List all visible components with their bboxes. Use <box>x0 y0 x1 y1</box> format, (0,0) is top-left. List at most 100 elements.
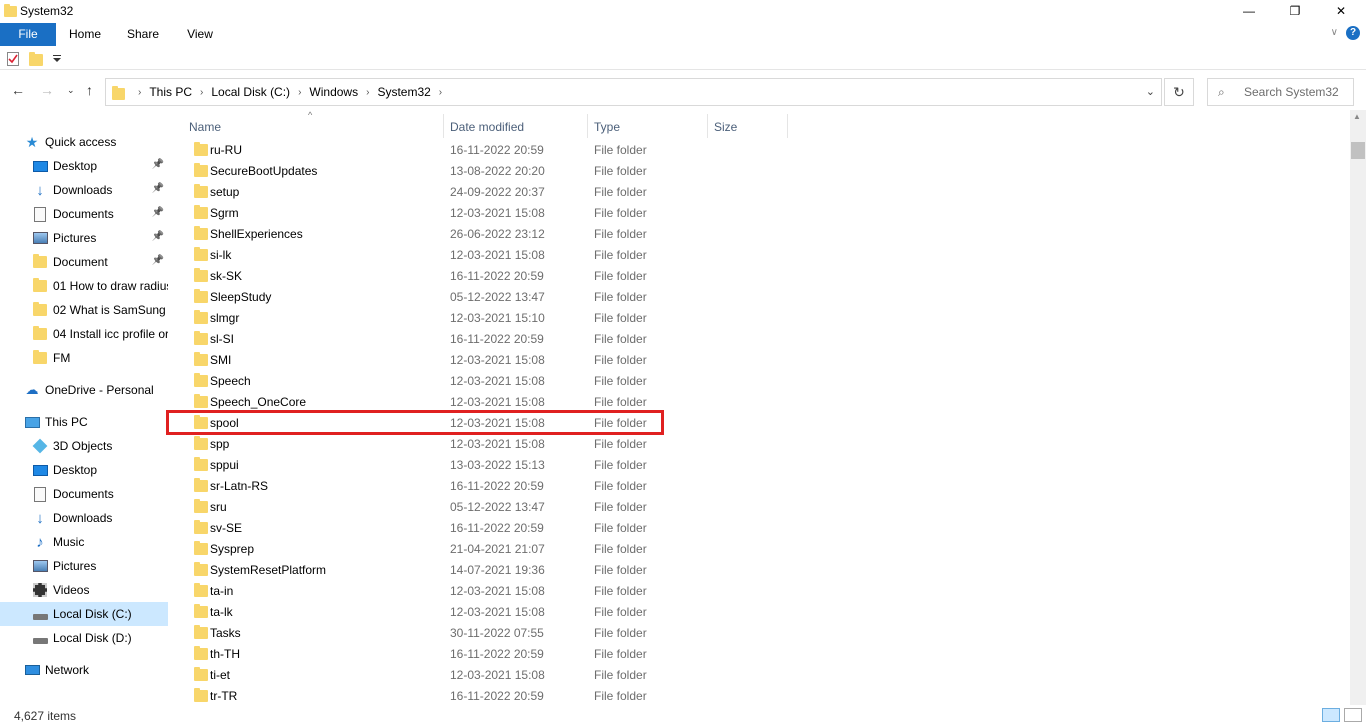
nav-item-this-pc[interactable]: 3D Objects <box>0 434 168 458</box>
nav-item-this-pc[interactable]: ♪ Music <box>0 530 168 554</box>
nav-quick-access[interactable]: ★ Quick access <box>0 130 168 154</box>
tab-share[interactable]: Share <box>118 23 168 46</box>
file-row[interactable]: setup 24-09-2022 20:37 File folder <box>170 181 1340 202</box>
nav-item-quick[interactable]: FM <box>0 346 168 370</box>
file-row[interactable]: sr-Latn-RS 16-11-2022 20:59 File folder <box>170 475 1340 496</box>
customize-toolbar-icon[interactable] <box>53 55 61 63</box>
breadcrumb-windows[interactable]: Windows <box>309 85 358 99</box>
column-divider[interactable] <box>443 114 444 138</box>
file-row[interactable]: sru 05-12-2022 13:47 File folder <box>170 496 1340 517</box>
nav-item-this-pc[interactable]: Desktop <box>0 458 168 482</box>
tab-file[interactable]: File <box>0 23 56 46</box>
nav-network[interactable]: Network <box>0 658 168 682</box>
breadcrumb-local-disk-c[interactable]: Local Disk (C:) <box>211 85 290 99</box>
details-view-icon[interactable] <box>1322 708 1340 722</box>
column-name[interactable]: Name <box>189 120 221 134</box>
minimize-button[interactable]: — <box>1226 0 1272 22</box>
address-bar[interactable]: › This PC › Local Disk (C:) › Windows › … <box>105 78 1162 106</box>
file-row[interactable]: SMI 12-03-2021 15:08 File folder <box>170 349 1340 370</box>
chevron-right-icon[interactable]: › <box>366 87 369 98</box>
nav-item-this-pc[interactable]: Pictures <box>0 554 168 578</box>
nav-item-this-pc[interactable]: Videos <box>0 578 168 602</box>
expand-ribbon-icon[interactable]: ∨ <box>1331 27 1338 38</box>
file-row[interactable]: spp 12-03-2021 15:08 File folder <box>170 433 1340 454</box>
file-row[interactable]: Speech_OneCore 12-03-2021 15:08 File folde… <box>170 391 1340 412</box>
file-type: File folder <box>594 185 647 199</box>
file-row[interactable]: sv-SE 16-11-2022 20:59 File folder <box>170 517 1340 538</box>
large-icons-view-icon[interactable] <box>1344 708 1362 722</box>
scroll-thumb[interactable] <box>1351 142 1365 159</box>
nav-item-quick[interactable]: Documents 📌 <box>0 202 168 226</box>
file-row[interactable]: Sysprep 21-04-2021 21:07 File folder <box>170 538 1340 559</box>
refresh-button[interactable]: ↻ <box>1164 78 1194 106</box>
breadcrumb-system32[interactable]: System32 <box>377 85 430 99</box>
properties-icon[interactable] <box>7 52 19 66</box>
file-name: sv-SE <box>210 521 243 535</box>
chevron-right-icon[interactable]: › <box>298 87 301 98</box>
file-row[interactable]: spool 12-03-2021 15:08 File folder <box>170 412 1340 433</box>
search-input[interactable] <box>1244 85 1349 99</box>
column-type[interactable]: Type <box>594 120 620 134</box>
nav-item-this-pc[interactable]: ↓ Downloads <box>0 506 168 530</box>
new-folder-icon[interactable] <box>29 52 43 66</box>
column-divider[interactable] <box>587 114 588 138</box>
file-row[interactable]: th-TH 16-11-2022 20:59 File folder <box>170 643 1340 664</box>
column-date-modified[interactable]: Date modified <box>450 120 524 134</box>
file-row[interactable]: Sgrm 12-03-2021 15:08 File folder <box>170 202 1340 223</box>
nav-item-this-pc[interactable]: Local Disk (D:) <box>0 626 168 650</box>
file-row[interactable]: sppui 13-03-2022 15:13 File folder <box>170 454 1340 475</box>
nav-item-this-pc[interactable]: Local Disk (C:) <box>0 602 168 626</box>
chevron-right-icon[interactable]: › <box>200 87 203 98</box>
file-row[interactable]: tr-TR 16-11-2022 20:59 File folder <box>170 685 1340 705</box>
file-row[interactable]: Speech 12-03-2021 15:08 File folder <box>170 370 1340 391</box>
search-box[interactable]: ⌕ <box>1207 78 1354 106</box>
nav-item-quick[interactable]: 02 What is SamSung c <box>0 298 168 322</box>
nav-item-this-pc[interactable]: Documents <box>0 482 168 506</box>
file-row[interactable]: ta-in 12-03-2021 15:08 File folder <box>170 580 1340 601</box>
file-row[interactable]: ti-et 12-03-2021 15:08 File folder <box>170 664 1340 685</box>
restore-button[interactable]: ❐ <box>1272 0 1318 22</box>
chevron-right-icon[interactable]: › <box>439 87 442 98</box>
help-icon[interactable]: ? <box>1346 26 1360 40</box>
forward-arrow-icon[interactable]: → <box>40 82 54 98</box>
file-row[interactable]: sl-SI 16-11-2022 20:59 File folder <box>170 328 1340 349</box>
nav-item-quick[interactable]: Desktop 📌 <box>0 154 168 178</box>
scroll-up-icon[interactable]: ▲ <box>1353 112 1361 121</box>
file-row[interactable]: SleepStudy 05-12-2022 13:47 File folder <box>170 286 1340 307</box>
up-arrow-icon[interactable]: ↑ <box>86 82 93 98</box>
close-button[interactable]: ✕ <box>1318 0 1364 22</box>
pin-icon[interactable]: 📌 <box>152 207 164 218</box>
column-divider[interactable] <box>707 114 708 138</box>
file-row[interactable]: si-lk 12-03-2021 15:08 File folder <box>170 244 1340 265</box>
file-row[interactable]: SystemResetPlatform 14-07-2021 19:36 File … <box>170 559 1340 580</box>
column-size[interactable]: Size <box>714 120 737 134</box>
nav-item-quick[interactable]: 04 Install icc profile or <box>0 322 168 346</box>
file-row[interactable]: Tasks 30-11-2022 07:55 File folder <box>170 622 1340 643</box>
file-row[interactable]: sk-SK 16-11-2022 20:59 File folder <box>170 265 1340 286</box>
nav-label: Document <box>53 255 108 269</box>
vertical-scrollbar[interactable]: ▲ <box>1350 110 1366 705</box>
nav-item-quick[interactable]: Document 📌 <box>0 250 168 274</box>
tab-home[interactable]: Home <box>60 23 110 46</box>
chevron-down-icon[interactable]: ⌄ <box>1146 85 1155 98</box>
file-row[interactable]: ru-RU 16-11-2022 20:59 File folder <box>170 139 1340 160</box>
tab-view[interactable]: View <box>176 23 224 46</box>
nav-this-pc[interactable]: This PC <box>0 410 168 434</box>
file-row[interactable]: ta-lk 12-03-2021 15:08 File folder <box>170 601 1340 622</box>
breadcrumb-this-pc[interactable]: This PC <box>149 85 192 99</box>
nav-onedrive[interactable]: ☁ OneDrive - Personal <box>0 378 168 402</box>
nav-item-quick[interactable]: ↓ Downloads 📌 <box>0 178 168 202</box>
file-row[interactable]: ShellExperiences 26-06-2022 23:12 File fol… <box>170 223 1340 244</box>
back-arrow-icon[interactable]: ← <box>11 82 25 98</box>
nav-item-quick[interactable]: 01 How to draw radius <box>0 274 168 298</box>
file-row[interactable]: slmgr 12-03-2021 15:10 File folder <box>170 307 1340 328</box>
column-divider[interactable] <box>787 114 788 138</box>
pin-icon[interactable]: 📌 <box>152 183 164 194</box>
pin-icon[interactable]: 📌 <box>152 255 164 266</box>
file-row[interactable]: SecureBootUpdates 13-08-2022 20:20 File fo… <box>170 160 1340 181</box>
pin-icon[interactable]: 📌 <box>152 231 164 242</box>
file-name: ta-in <box>210 584 234 598</box>
nav-item-quick[interactable]: Pictures 📌 <box>0 226 168 250</box>
pin-icon[interactable]: 📌 <box>152 159 164 170</box>
recent-locations-icon[interactable]: ⌄ <box>67 85 75 96</box>
